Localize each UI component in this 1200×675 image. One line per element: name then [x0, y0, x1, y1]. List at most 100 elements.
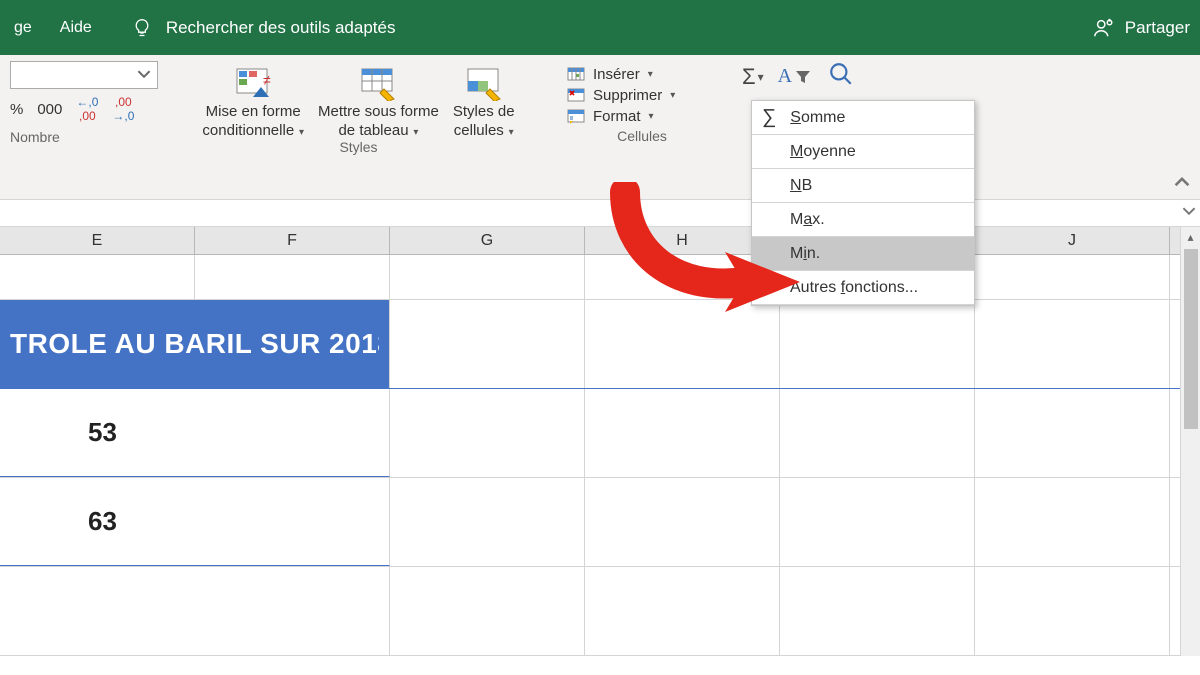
- formula-bar[interactable]: [0, 200, 1200, 227]
- cell[interactable]: [0, 567, 390, 655]
- group-editing: Σ ▾ A: [728, 55, 864, 94]
- autosum-menu-max[interactable]: Max.: [752, 203, 974, 237]
- sigma-icon: ∑: [762, 106, 776, 129]
- sort-icon: A: [778, 65, 792, 88]
- group-styles: ≠ Mise en forme conditionnelle ▾ Mettre …: [161, 55, 556, 161]
- value-cell-1[interactable]: 53: [0, 389, 390, 477]
- tab-aide[interactable]: Aide: [60, 19, 92, 37]
- cell[interactable]: [390, 255, 585, 299]
- sigma-icon: Σ: [742, 64, 756, 90]
- share-label: Partager: [1125, 18, 1190, 38]
- tell-me-placeholder: Rechercher des outils adaptés: [166, 18, 396, 38]
- scrollbar-thumb[interactable]: [1184, 249, 1198, 429]
- table-row: 53: [0, 389, 1180, 478]
- tab-affichage-partial[interactable]: ge: [14, 19, 32, 37]
- cell[interactable]: [975, 255, 1170, 299]
- value-cell-2[interactable]: 63: [0, 478, 390, 566]
- cell[interactable]: [780, 300, 975, 388]
- cell[interactable]: [975, 478, 1170, 566]
- find-select-button[interactable]: [828, 61, 854, 92]
- ribbon-tabs: ge Aide: [14, 19, 92, 37]
- title-cell[interactable]: TROLE AU BARIL SUR 2018: [0, 300, 390, 388]
- cell[interactable]: [390, 300, 585, 388]
- increase-decimal-button[interactable]: ←,0,00: [76, 95, 98, 123]
- autosum-menu-average[interactable]: Moyenne: [752, 135, 974, 169]
- autosum-menu-more-functions[interactable]: Autres fonctions...: [752, 271, 974, 305]
- number-buttons-row: % 000 ←,0,00 ,00→,0: [10, 95, 134, 123]
- chevron-down-icon: ▾: [649, 111, 654, 122]
- svg-text:≠: ≠: [263, 72, 271, 88]
- insert-cells-button[interactable]: Insérer ▾: [567, 65, 675, 83]
- cell-styles-icon: [466, 65, 502, 101]
- chevron-down-icon: ▾: [758, 70, 764, 84]
- scroll-up-button[interactable]: ▴: [1187, 227, 1193, 247]
- delete-cells-button[interactable]: Supprimer ▾: [567, 86, 675, 104]
- number-format-combo[interactable]: [10, 61, 158, 89]
- cell[interactable]: [780, 567, 975, 655]
- expand-formula-bar-button[interactable]: [1182, 204, 1196, 221]
- autosum-dropdown-menu: ∑ Somme Moyenne NB Max. Min. Autres fonc…: [751, 100, 975, 306]
- conditional-formatting-button[interactable]: ≠ Mise en forme conditionnelle ▾: [202, 65, 304, 139]
- ribbon: % 000 ←,0,00 ,00→,0 Nombre ≠ Mise en for…: [0, 55, 1200, 200]
- cell[interactable]: [585, 567, 780, 655]
- filter-icon: [794, 68, 812, 86]
- cell[interactable]: [780, 478, 975, 566]
- chevron-down-icon: ▾: [670, 90, 675, 101]
- cell[interactable]: [780, 389, 975, 477]
- group-label-styles: Styles: [339, 139, 377, 155]
- vertical-scrollbar[interactable]: ▴: [1180, 227, 1200, 656]
- cell[interactable]: [975, 300, 1170, 388]
- autosum-menu-min[interactable]: Min.: [752, 237, 974, 271]
- cell[interactable]: [975, 389, 1170, 477]
- chevron-down-icon: [1182, 204, 1196, 218]
- autosum-button[interactable]: Σ ▾: [738, 61, 768, 92]
- delete-cells-icon: [567, 86, 587, 104]
- format-cells-icon: [567, 107, 587, 125]
- cell[interactable]: [390, 567, 585, 655]
- group-number: % 000 ←,0,00 ,00→,0 Nombre: [0, 55, 160, 151]
- column-header-E[interactable]: E: [0, 227, 195, 254]
- chevron-down-icon: [137, 67, 151, 84]
- tell-me-search[interactable]: Rechercher des outils adaptés: [132, 18, 396, 38]
- cell[interactable]: [585, 300, 780, 388]
- cell[interactable]: [0, 255, 195, 299]
- conditional-formatting-icon: ≠: [235, 65, 271, 101]
- insert-cells-icon: [567, 65, 587, 83]
- chevron-up-icon: [1174, 174, 1190, 190]
- collapse-ribbon-button[interactable]: [1174, 174, 1190, 195]
- cell[interactable]: [585, 389, 780, 477]
- chevron-down-icon: ▾: [506, 127, 514, 138]
- group-label-cells: Cellules: [617, 128, 667, 144]
- comma-style-button[interactable]: 000: [37, 101, 62, 118]
- chevron-down-icon: ▾: [411, 127, 419, 138]
- table-row: TROLE AU BARIL SUR 2018: [0, 300, 1180, 389]
- table-row: [0, 255, 1180, 300]
- cell[interactable]: [195, 255, 390, 299]
- percent-style-button[interactable]: %: [10, 101, 23, 118]
- chevron-down-icon: ▾: [296, 127, 304, 138]
- autosum-menu-count[interactable]: NB: [752, 169, 974, 203]
- spreadsheet: E F G H I J TROLE AU BARIL SUR 2018: [0, 227, 1200, 656]
- cell-styles-button[interactable]: Styles de cellules ▾: [453, 65, 515, 139]
- lightbulb-icon: [132, 18, 152, 38]
- share-icon: [1093, 17, 1115, 39]
- decrease-decimal-button[interactable]: ,00→,0: [112, 95, 134, 123]
- group-cells: Insérer ▾ Supprimer ▾ Format ▾ Cellules: [557, 55, 727, 150]
- sort-filter-button[interactable]: A: [778, 61, 812, 92]
- cell[interactable]: [390, 478, 585, 566]
- column-header-F[interactable]: F: [195, 227, 390, 254]
- format-cells-button[interactable]: Format ▾: [567, 107, 675, 125]
- column-header-G[interactable]: G: [390, 227, 585, 254]
- format-as-table-icon: [360, 65, 396, 101]
- cell[interactable]: [975, 567, 1170, 655]
- share-button[interactable]: Partager: [1093, 17, 1190, 39]
- column-header-J[interactable]: J: [975, 227, 1170, 254]
- chevron-down-icon: ▾: [648, 69, 653, 80]
- format-as-table-button[interactable]: Mettre sous forme de tableau ▾: [318, 65, 439, 139]
- grid[interactable]: E F G H I J TROLE AU BARIL SUR 2018: [0, 227, 1180, 656]
- cell[interactable]: [585, 478, 780, 566]
- autosum-menu-sum[interactable]: ∑ Somme: [752, 101, 974, 135]
- column-headers: E F G H I J: [0, 227, 1180, 255]
- group-label-number: Nombre: [10, 129, 60, 145]
- cell[interactable]: [390, 389, 585, 477]
